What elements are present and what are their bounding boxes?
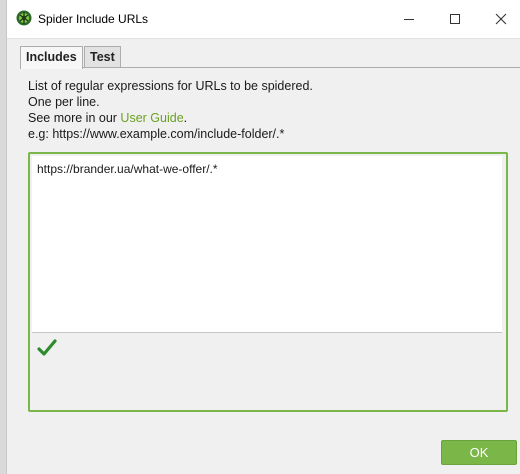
spider-app-icon xyxy=(16,10,32,26)
window-title: Spider Include URLs xyxy=(38,12,149,26)
user-guide-link[interactable]: User Guide xyxy=(120,111,183,125)
tab-includes[interactable]: Includes xyxy=(20,46,83,69)
dialog-window: Spider Include URLs Includes Test List o… xyxy=(6,0,520,474)
instructions-text: List of regular expressions for URLs to … xyxy=(28,78,313,142)
regex-editor-frame: https://brander.ua/what-we-offer/.* xyxy=(28,152,508,412)
close-button[interactable] xyxy=(479,0,520,38)
maximize-button[interactable] xyxy=(433,0,477,38)
regex-input[interactable]: https://brander.ua/what-we-offer/.* xyxy=(32,156,502,333)
close-icon xyxy=(495,13,507,25)
checkmark-icon xyxy=(37,339,57,356)
minimize-button[interactable] xyxy=(387,0,431,38)
maximize-icon xyxy=(450,14,460,24)
tab-test[interactable]: Test xyxy=(84,46,121,68)
description-line: List of regular expressions for URLs to … xyxy=(28,79,313,93)
tab-divider xyxy=(20,67,520,68)
example-line: e.g: https://www.example.com/include-fol… xyxy=(28,127,285,141)
description-line: See more in our User Guide. xyxy=(28,111,188,125)
minimize-icon xyxy=(404,19,414,20)
description-line: One per line. xyxy=(28,95,100,109)
title-bar: Spider Include URLs xyxy=(7,0,520,39)
ok-button[interactable]: OK xyxy=(441,440,517,465)
